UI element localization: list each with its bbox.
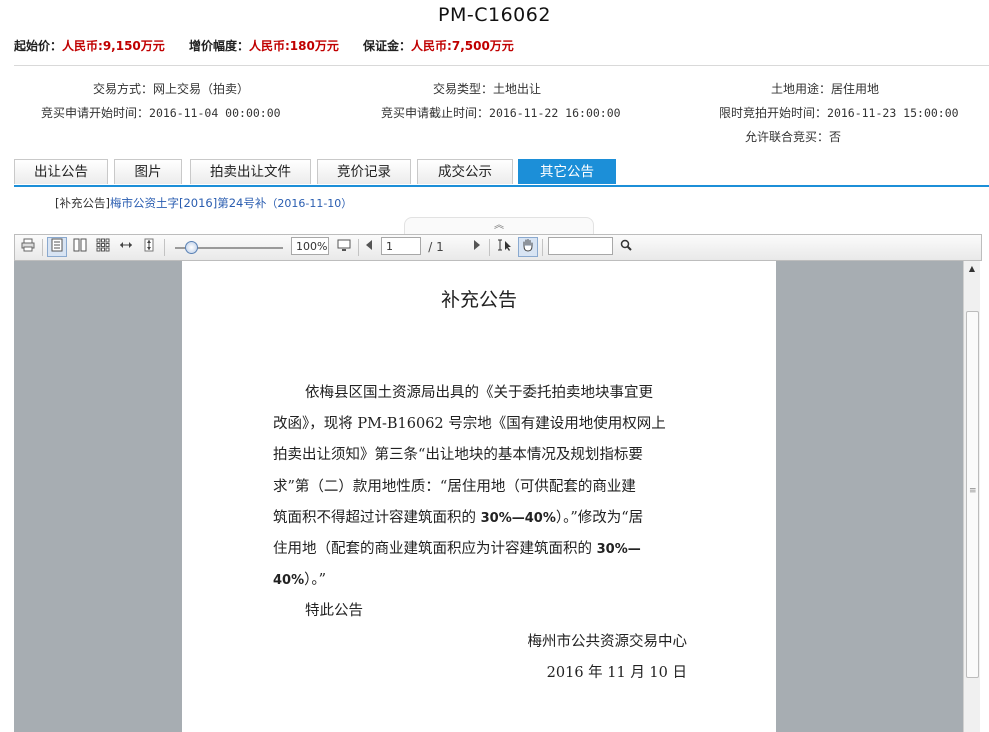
increment-value: 人民币:180万元 bbox=[248, 39, 339, 53]
apply-start: 竞买申请开始时间：2016-11-04 00:00:00 bbox=[41, 104, 281, 121]
print-icon[interactable] bbox=[19, 238, 37, 256]
deposit-value: 人民币:7,500万元 bbox=[411, 39, 514, 53]
joint-bid: 允许联合竞买：否 bbox=[745, 128, 841, 145]
hand-tool-icon[interactable] bbox=[518, 237, 538, 257]
price-summary: 起始价：人民币:9,150万元 增价幅度：人民币:180万元 保证金：人民币:7… bbox=[14, 37, 534, 54]
document-line: 求”第（二）款用地性质：“居住用地（可供配套的商业建 bbox=[273, 479, 636, 495]
document-bold-text: 30%— bbox=[596, 542, 641, 557]
document-date: 2016 年 11 月 10 日 bbox=[546, 665, 687, 681]
trade-method-label: 交易方式： bbox=[93, 82, 154, 96]
page-number-input[interactable]: 1 bbox=[381, 237, 421, 255]
pdf-toolbar: 100% 1 / 1 bbox=[14, 234, 982, 261]
two-page-icon[interactable] bbox=[71, 238, 89, 256]
tab-other-notices[interactable]: 其它公告 bbox=[518, 159, 616, 184]
document-line: 住用地（配套的商业建筑面积应为计容建筑面积的 30%— bbox=[273, 537, 641, 558]
deposit-label: 保证金： bbox=[363, 39, 412, 53]
tab-underline bbox=[14, 185, 989, 187]
grip-icon: ≡ bbox=[969, 486, 977, 496]
pdf-viewer[interactable]: 补充公告 依梅县区国土资源局出具的《关于委托拍卖地块事宜更 改函》，现将 PM-… bbox=[14, 261, 980, 732]
scroll-up-icon[interactable]: ▲ bbox=[966, 263, 978, 275]
trade-type-label: 交易类型： bbox=[433, 82, 494, 96]
apply-end: 竞买申请截止时间：2016-11-22 16:00:00 bbox=[381, 104, 621, 121]
apply-start-label: 竞买申请开始时间： bbox=[41, 106, 150, 120]
trade-type-value: 土地出让 bbox=[493, 82, 542, 96]
apply-start-value: 2016-11-04 00:00:00 bbox=[149, 106, 281, 120]
document-text: 筑面积不得超过计容建筑面积的 bbox=[273, 510, 481, 526]
document-line: 改函》，现将 PM-B16062 号宗地《国有建设用地使用权网上 bbox=[273, 416, 666, 432]
page-title: PM-C16062 bbox=[438, 4, 551, 26]
text-select-icon[interactable] bbox=[495, 238, 513, 256]
trade-method-value: 网上交易（拍卖） bbox=[153, 82, 250, 96]
toolbar-separator bbox=[542, 239, 543, 256]
vertical-scrollbar[interactable]: ▲ ≡ bbox=[963, 261, 980, 732]
prev-page-icon[interactable] bbox=[362, 238, 376, 256]
toolbar-separator bbox=[489, 239, 490, 256]
toolbar-separator bbox=[42, 239, 43, 256]
document-signature: 梅州市公共资源交易中心 bbox=[527, 634, 688, 650]
auction-start-label: 限时竞拍开始时间： bbox=[719, 106, 828, 120]
pdf-page: 补充公告 依梅县区国土资源局出具的《关于委托拍卖地块事宜更 改函》，现将 PM-… bbox=[182, 261, 776, 732]
next-page-icon[interactable] bbox=[470, 238, 484, 256]
document-bold-text: 30%—40% bbox=[480, 511, 556, 526]
apply-end-value: 2016-11-22 16:00:00 bbox=[489, 106, 621, 120]
auction-start-value: 2016-11-23 15:00:00 bbox=[827, 106, 959, 120]
notice-link[interactable]: 梅市公资土字[2016]第24号补 bbox=[110, 196, 266, 210]
document-text: ）。” bbox=[304, 572, 327, 588]
trade-method: 交易方式：网上交易（拍卖） bbox=[93, 80, 249, 97]
notice-type: [补充公告] bbox=[55, 196, 110, 210]
search-input[interactable] bbox=[548, 237, 613, 255]
notice-date: （2016-11-10） bbox=[266, 197, 353, 210]
document-line: 拍卖出让须知》第三条“出让地块的基本情况及规划指标要 bbox=[273, 447, 643, 463]
land-use-label: 土地用途： bbox=[771, 82, 832, 96]
tab-transfer-notice[interactable]: 出让公告 bbox=[14, 159, 108, 184]
fit-width-icon[interactable] bbox=[117, 238, 135, 256]
start-price-label: 起始价： bbox=[14, 39, 63, 53]
collapse-toggle[interactable]: ︽ bbox=[404, 217, 594, 234]
joint-bid-value: 否 bbox=[829, 130, 842, 144]
tab-bid-records[interactable]: 竞价记录 bbox=[317, 159, 411, 184]
joint-bid-label: 允许联合竞买： bbox=[745, 130, 830, 144]
tab-deal-publicity[interactable]: 成交公示 bbox=[417, 159, 513, 184]
document-title: 补充公告 bbox=[440, 289, 517, 311]
tab-auction-documents[interactable]: 拍卖出让文件 bbox=[190, 159, 311, 184]
thumbnails-icon[interactable] bbox=[94, 238, 112, 256]
double-chevron-up-icon: ︽ bbox=[494, 220, 504, 231]
document-bold-text: 40% bbox=[273, 573, 305, 588]
toolbar-separator bbox=[164, 239, 165, 256]
fullscreen-icon[interactable] bbox=[335, 238, 353, 256]
page-total: / 1 bbox=[428, 240, 444, 254]
document-closing: 特此公告 bbox=[305, 603, 363, 619]
fit-height-icon[interactable] bbox=[140, 238, 158, 256]
single-page-icon[interactable] bbox=[47, 237, 67, 257]
search-icon[interactable] bbox=[617, 238, 635, 256]
document-line: 依梅县区国土资源局出具的《关于委托拍卖地块事宜更 bbox=[305, 385, 653, 401]
apply-end-label: 竞买申请截止时间： bbox=[381, 106, 490, 120]
zoom-input[interactable]: 100% bbox=[291, 237, 329, 255]
land-use-value: 居住用地 bbox=[831, 82, 880, 96]
tab-images[interactable]: 图片 bbox=[114, 159, 182, 184]
toolbar-separator bbox=[358, 239, 359, 256]
increment-label: 增价幅度： bbox=[188, 39, 249, 53]
divider bbox=[14, 65, 989, 66]
land-use: 土地用途：居住用地 bbox=[771, 80, 879, 97]
notice-entry: [补充公告]梅市公资土字[2016]第24号补（2016-11-10） bbox=[55, 195, 352, 211]
document-line: 筑面积不得超过计容建筑面积的 30%—40%）。”修改为“居 bbox=[273, 506, 643, 527]
start-price-value: 人民币:9,150万元 bbox=[62, 39, 165, 53]
trade-type: 交易类型：土地出让 bbox=[433, 80, 541, 97]
scrollbar-thumb[interactable]: ≡ bbox=[966, 311, 979, 678]
document-text: 住用地（配套的商业建筑面积应为计容建筑面积的 bbox=[273, 541, 597, 557]
document-line: 40%）。” bbox=[273, 568, 326, 589]
document-text: ）。”修改为“居 bbox=[555, 510, 644, 526]
auction-start: 限时竞拍开始时间：2016-11-23 15:00:00 bbox=[719, 104, 959, 121]
zoom-slider-handle[interactable] bbox=[185, 241, 198, 254]
